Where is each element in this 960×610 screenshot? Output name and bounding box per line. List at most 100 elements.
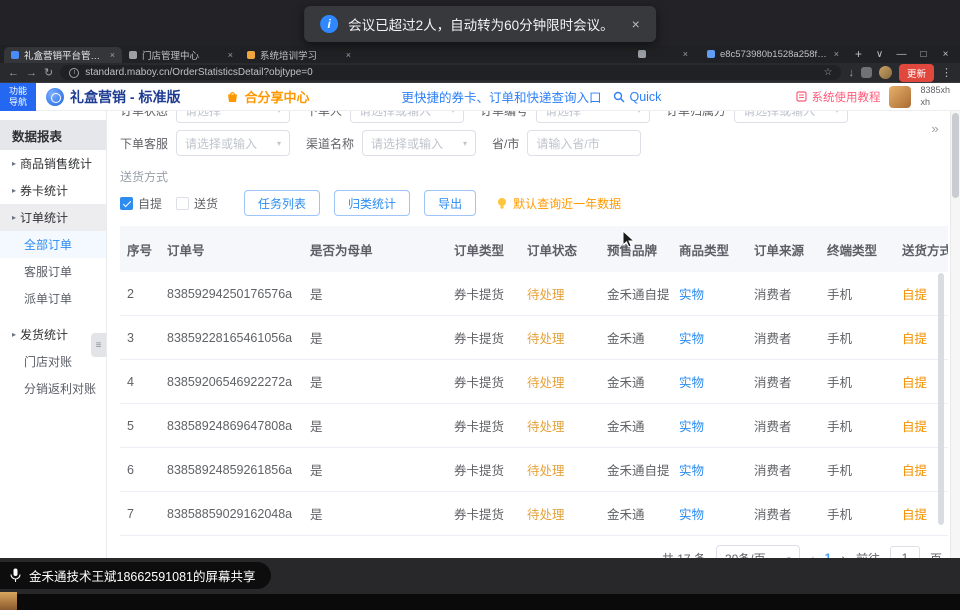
- filter-select[interactable]: 请输入省/市: [527, 130, 641, 156]
- sidebar-item[interactable]: 订单统计: [0, 204, 106, 231]
- goto-page-input[interactable]: [890, 546, 920, 558]
- tab-search-icon[interactable]: ∨: [871, 49, 888, 60]
- chevron-down-icon: [463, 139, 467, 148]
- maximize-button[interactable]: □: [915, 49, 932, 60]
- filters-collapse-button[interactable]: »: [924, 119, 946, 137]
- tab-close-icon[interactable]: [683, 49, 688, 59]
- user-avatar[interactable]: [889, 86, 911, 108]
- tab-title: 门店管理中心: [142, 48, 223, 62]
- browser-tab[interactable]: e8c573980b1528a258fd2e6: [700, 46, 846, 62]
- sidebar-item[interactable]: 商品销售统计: [0, 150, 106, 177]
- browser-tab[interactable]: [631, 46, 695, 62]
- extensions-icon[interactable]: [861, 67, 872, 78]
- cell-type: 券卡提货: [447, 504, 520, 523]
- toast-close-icon[interactable]: ×: [632, 16, 640, 32]
- table-row[interactable]: 4 83859206546922272a 是 券卡提货 待处理 金禾通 实物 消…: [120, 360, 948, 404]
- tab-close-icon[interactable]: [228, 50, 233, 60]
- promo-link[interactable]: 更快捷的券卡、订单和快递查询入口: [401, 87, 601, 106]
- browser-tab[interactable]: 礼盒营销平台管理中心: [4, 47, 122, 63]
- table-row[interactable]: 2 83859294250176576a 是 券卡提货 待处理 金禾通自提 实物…: [120, 272, 948, 316]
- tab-close-icon[interactable]: [834, 49, 839, 59]
- filter-label: 订单归属方: [666, 111, 726, 119]
- sidebar-item[interactable]: 券卡统计: [0, 177, 106, 204]
- cell-parent: 是: [303, 372, 447, 391]
- quick-search-link[interactable]: Quick: [613, 90, 661, 104]
- cell-type: 券卡提货: [447, 416, 520, 435]
- page-scrollbar[interactable]: [950, 111, 960, 558]
- column-header-parent: 是否为母单: [303, 240, 447, 259]
- next-page-button[interactable]: ›: [841, 550, 846, 558]
- download-icon[interactable]: ↓: [848, 67, 854, 79]
- sidebar-item-label: 分销返利对账: [24, 380, 96, 397]
- url-field[interactable]: i standard.maboy.cn/OrderStatisticsDetai…: [60, 65, 841, 80]
- tutorial-link[interactable]: 系统使用教程: [796, 89, 880, 105]
- checkbox-label: 自提: [138, 195, 162, 212]
- cell-seq: 3: [120, 331, 160, 345]
- column-header-order-no: 订单号: [160, 240, 303, 259]
- filter-select[interactable]: 请选择或输入: [362, 130, 476, 156]
- sidebar-item[interactable]: 派单订单: [0, 285, 106, 312]
- reload-icon[interactable]: ↻: [44, 66, 53, 79]
- filter-label: 渠道名称: [306, 135, 354, 152]
- browser-profile-avatar[interactable]: [879, 66, 892, 79]
- table-row[interactable]: 5 83858924869647808a 是 券卡提货 待处理 金禾通 实物 消…: [120, 404, 948, 448]
- cell-status: 待处理: [520, 460, 600, 479]
- cell-goods-type-link[interactable]: 实物: [672, 284, 747, 303]
- table-row[interactable]: 7 83858859029162048a 是 券卡提货 待处理 金禾通 实物 消…: [120, 492, 948, 536]
- pagination: 共 17 条 30条/页 ‹ 1 › 前往 页: [120, 536, 948, 558]
- app-header: 功能导航 礼盒营销 - 标准版 合分享中心 更快捷的券卡、订单和快递查询入口 Q…: [0, 83, 960, 111]
- cell-terminal: 手机: [820, 284, 895, 303]
- page-scrollbar-thumb[interactable]: [952, 113, 959, 198]
- page-size-select[interactable]: 30条/页: [716, 545, 800, 558]
- filter-select[interactable]: 请选择或输入: [734, 111, 848, 123]
- bookmark-star-icon[interactable]: ☆: [824, 67, 833, 78]
- tab-favicon: [638, 50, 646, 58]
- share-center-link[interactable]: 合分享中心: [226, 87, 309, 106]
- forward-icon[interactable]: →: [26, 67, 37, 79]
- tab-title: e8c573980b1528a258fd2e6: [720, 49, 829, 60]
- browser-tab[interactable]: 门店管理中心: [122, 47, 240, 63]
- cell-type: 券卡提货: [447, 284, 520, 303]
- table-scrollbar[interactable]: [938, 273, 944, 525]
- filter-placeholder: 请选择: [185, 111, 221, 119]
- cell-goods-type-link[interactable]: 实物: [672, 372, 747, 391]
- taskbar-avatar[interactable]: [0, 592, 17, 610]
- prev-page-button[interactable]: ‹: [810, 550, 815, 558]
- table-row[interactable]: 6 83858924859261856a 是 券卡提货 待处理 金禾通自提 实物…: [120, 448, 948, 492]
- sidebar-item[interactable]: 全部订单: [0, 231, 106, 258]
- sidebar-item-label: 派单订单: [24, 290, 72, 307]
- browser-tab[interactable]: 系统培训学习: [240, 47, 358, 63]
- filter-select[interactable]: 请选择或输入: [176, 130, 290, 156]
- tab-close-icon[interactable]: [110, 50, 115, 60]
- cell-goods-type-link[interactable]: 实物: [672, 416, 747, 435]
- back-icon[interactable]: ←: [8, 67, 19, 79]
- site-info-icon[interactable]: i: [69, 68, 79, 78]
- toolbar-button[interactable]: 导出: [424, 190, 476, 216]
- window-close-button[interactable]: ×: [937, 49, 954, 60]
- toolbar-button[interactable]: 任务列表: [244, 190, 320, 216]
- delivery-checkbox[interactable]: 送货: [176, 195, 218, 212]
- minimize-button[interactable]: —: [893, 49, 910, 60]
- function-nav-button[interactable]: 功能导航: [0, 83, 36, 111]
- current-page[interactable]: 1: [825, 551, 832, 558]
- filter-select[interactable]: 请选择或输入: [350, 111, 464, 123]
- cell-goods-type-link[interactable]: 实物: [672, 460, 747, 479]
- toolbar-button[interactable]: 归类统计: [334, 190, 410, 216]
- filter-select[interactable]: 请选择: [176, 111, 290, 123]
- new-tab-button[interactable]: +: [851, 47, 866, 61]
- table-row[interactable]: 3 83859228165461056a 是 券卡提货 待处理 金禾通 实物 消…: [120, 316, 948, 360]
- cell-seq: 5: [120, 419, 160, 433]
- cell-goods-type-link[interactable]: 实物: [672, 504, 747, 523]
- sidebar-item[interactable]: 客服订单: [0, 258, 106, 285]
- filter-select[interactable]: 请选择: [536, 111, 650, 123]
- browser-menu-icon[interactable]: ⋮: [941, 66, 952, 79]
- sidebar-item-label: 全部订单: [24, 236, 72, 253]
- delivery-checkbox[interactable]: 自提: [120, 195, 162, 212]
- cell-goods-type-link[interactable]: 实物: [672, 328, 747, 347]
- browser-update-button[interactable]: 更新: [899, 64, 934, 82]
- sidebar-item[interactable]: 分销返利对账: [0, 375, 106, 402]
- filter-placeholder: 请选择或输入: [359, 111, 431, 119]
- sidebar-collapse-handle[interactable]: ≡: [91, 333, 106, 357]
- table-header-row: 序号 订单号 是否为母单 订单类型 订单状态 预售品牌 商品类型 订单来源 终端…: [120, 226, 948, 272]
- tab-close-icon[interactable]: [346, 50, 351, 60]
